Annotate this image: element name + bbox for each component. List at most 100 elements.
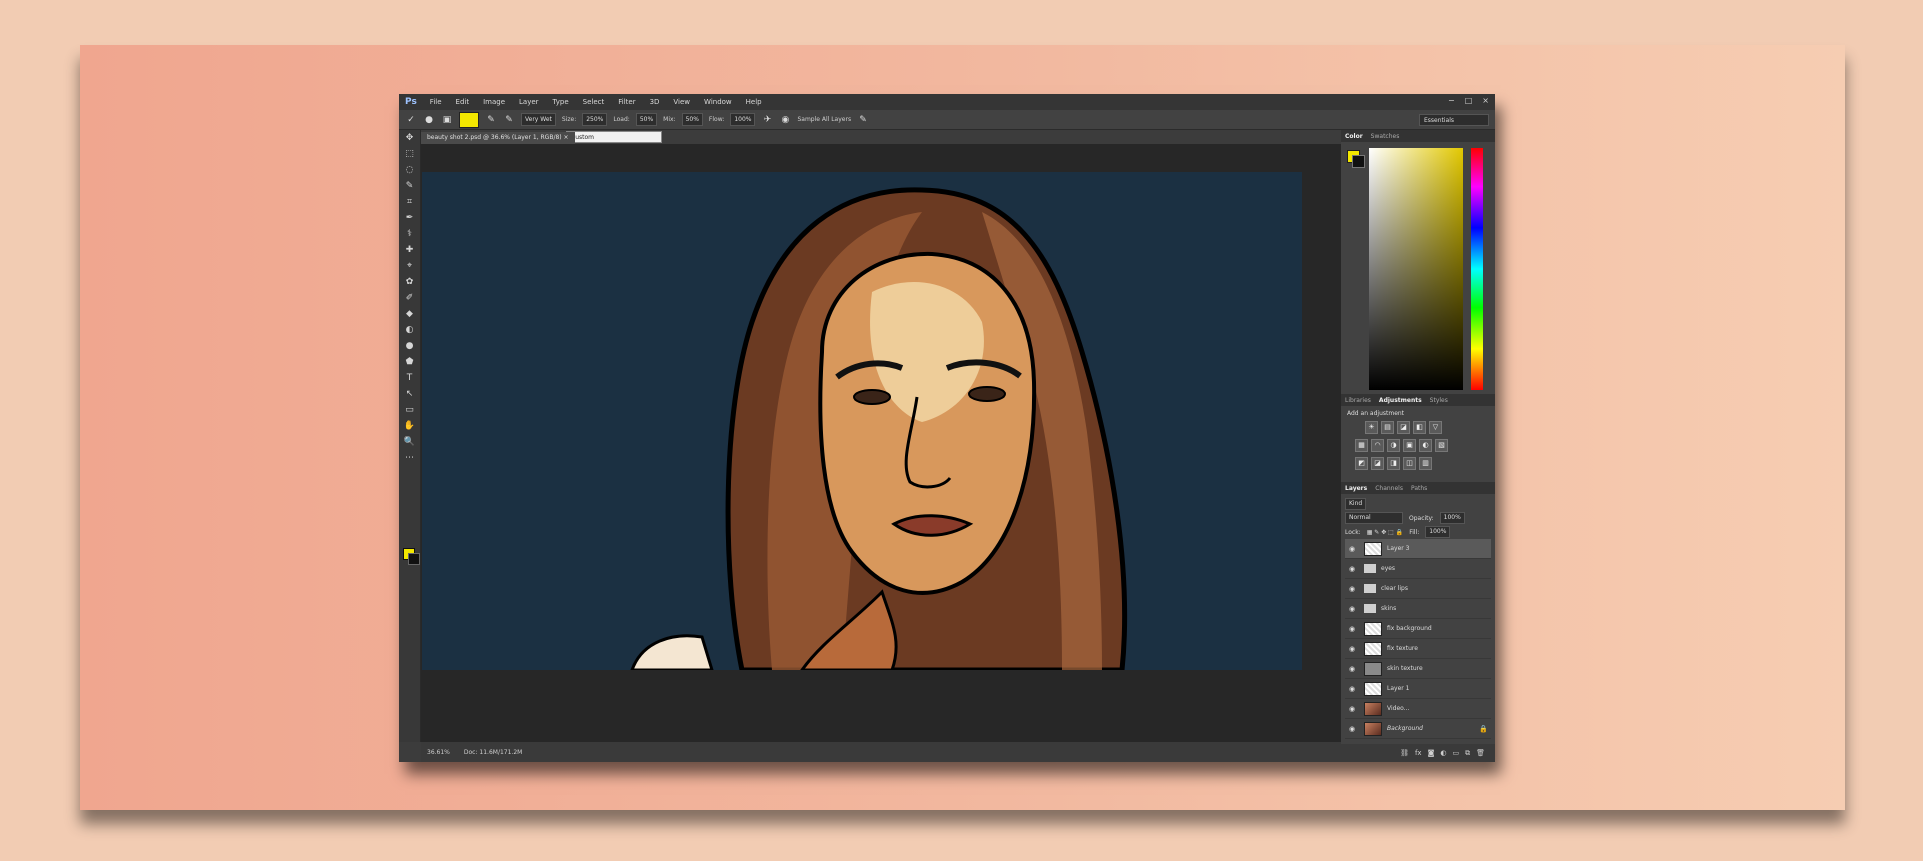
size-field[interactable]: 250% [582,113,608,126]
brush-tool-icon[interactable]: ✚ [399,242,420,258]
mixer-brush-icon[interactable]: ✓ [405,114,417,126]
visibility-eye-icon[interactable]: ◉ [1345,665,1359,673]
clone-stamp-tool-icon[interactable]: ⌖ [399,258,420,274]
visibility-eye-icon[interactable]: ◉ [1345,645,1359,653]
pressure-icon[interactable]: ✎ [857,114,869,126]
zoom-level[interactable]: 36.61% [427,749,450,756]
load-field[interactable]: 50% [635,113,658,126]
menu-window[interactable]: Window [697,98,739,106]
flow-field[interactable]: 100% [730,113,756,126]
menu-filter[interactable]: Filter [611,98,642,106]
more-tools-icon[interactable]: ⋯ [399,450,420,466]
hue-saturation-icon[interactable]: ▦ [1355,439,1368,452]
sample-all-checkbox[interactable]: ◉ [779,114,791,126]
levels-icon[interactable]: ▤ [1381,421,1394,434]
layer-row[interactable]: ◉ Video... [1345,699,1491,719]
visibility-eye-icon[interactable]: ◉ [1345,625,1359,633]
menu-edit[interactable]: Edit [449,98,477,106]
menu-file[interactable]: File [423,98,449,106]
quick-select-tool-icon[interactable]: ✎ [399,178,420,194]
new-group-icon[interactable]: ▭ [1452,749,1459,757]
document-info[interactable]: Doc: 11.6M/171.2M [464,749,522,756]
tab-adjustments[interactable]: Adjustments [1379,397,1422,404]
layer-row[interactable]: ◉ clear lips [1345,579,1491,599]
visibility-eye-icon[interactable]: ◉ [1345,725,1359,733]
menu-select[interactable]: Select [576,98,612,106]
move-tool-icon[interactable]: ✥ [399,130,420,146]
layer-row[interactable]: ◉ skin texture [1345,659,1491,679]
type-tool-icon[interactable]: T [399,370,420,386]
color-balance-icon[interactable]: ◠ [1371,439,1384,452]
layer-style-icon[interactable]: fx [1415,749,1422,757]
current-load-swatch[interactable] [459,111,479,128]
layer-row[interactable]: ◉ eyes [1345,559,1491,579]
color-panel-background-swatch[interactable] [1352,155,1365,168]
vibrance-icon[interactable]: ▽ [1429,421,1442,434]
black-white-icon[interactable]: ◑ [1387,439,1400,452]
gradient-map-icon[interactable]: ◫ [1403,457,1416,470]
blend-mode-select[interactable]: Normal [1345,512,1403,524]
gradient-tool-icon[interactable]: ◆ [399,306,420,322]
layer-row[interactable]: ◉ Layer 3 [1345,539,1491,559]
tab-paths[interactable]: Paths [1411,485,1427,492]
menu-type[interactable]: Type [546,98,576,106]
visibility-eye-icon[interactable]: ◉ [1345,705,1359,713]
marquee-tool-icon[interactable]: ⬚ [399,146,420,162]
workspace-select[interactable]: Essentials [1419,114,1489,126]
close-icon[interactable]: × [1482,96,1489,105]
layer-row[interactable]: ◉ skins [1345,599,1491,619]
menu-help[interactable]: Help [739,98,769,106]
dodge-tool-icon[interactable]: ● [399,338,420,354]
add-mask-icon[interactable]: ◙ [1428,749,1435,757]
history-brush-tool-icon[interactable]: ✿ [399,274,420,290]
clean-brush-icon[interactable]: ✎ [503,114,515,126]
tab-swatches[interactable]: Swatches [1371,133,1400,140]
layer-row[interactable]: ◉ Layer 1 [1345,679,1491,699]
threshold-icon[interactable]: ◨ [1387,457,1400,470]
tab-channels[interactable]: Channels [1375,485,1403,492]
color-picker-field[interactable] [1369,148,1463,390]
hue-slider[interactable] [1471,148,1483,390]
tab-layers[interactable]: Layers [1345,485,1367,492]
visibility-eye-icon[interactable]: ◉ [1345,585,1359,593]
visibility-eye-icon[interactable]: ◉ [1345,545,1359,553]
lock-pixels-icon[interactable]: ▦ ✎ ✥ ⬚ 🔒 [1367,529,1404,536]
zoom-tool-icon[interactable]: 🔍 [399,434,420,450]
background-color-swatch[interactable] [408,553,420,565]
tab-color[interactable]: Color [1345,133,1363,140]
painting-canvas[interactable] [422,172,1302,670]
load-brush-icon[interactable]: ✎ [485,114,497,126]
curves-icon[interactable]: ◪ [1397,421,1410,434]
visibility-eye-icon[interactable]: ◉ [1345,685,1359,693]
hand-tool-icon[interactable]: ✋ [399,418,420,434]
layer-row[interactable]: ◉ Background 🔒 [1345,719,1491,739]
new-layer-icon[interactable]: ⧉ [1465,749,1470,758]
photo-filter-icon[interactable]: ▣ [1403,439,1416,452]
menu-3d[interactable]: 3D [643,98,667,106]
crop-tool-icon[interactable]: ⌗ [399,194,420,210]
exposure-icon[interactable]: ◧ [1413,421,1426,434]
minimize-icon[interactable]: − [1448,96,1455,105]
visibility-eye-icon[interactable]: ◉ [1345,565,1359,573]
tab-styles[interactable]: Styles [1430,397,1448,404]
mix-field[interactable]: 50% [681,113,703,126]
layer-row[interactable]: ◉ fix texture [1345,639,1491,659]
layer-row[interactable]: ◉ fix background [1345,619,1491,639]
path-select-tool-icon[interactable]: ↖ [399,386,420,402]
link-layers-icon[interactable]: ⛓ [1400,749,1409,757]
channel-mixer-icon[interactable]: ◐ [1419,439,1432,452]
brush-preset-picker-icon[interactable]: ● [423,114,435,126]
selective-color-icon[interactable]: ▥ [1419,457,1432,470]
layer-kind-filter[interactable]: Kind [1345,498,1367,510]
posterize-icon[interactable]: ◪ [1371,457,1384,470]
menu-image[interactable]: Image [476,98,512,106]
brush-panel-icon[interactable]: ▣ [441,114,453,126]
brush-preset-dropdown[interactable]: Custom [566,131,662,143]
maximize-icon[interactable]: □ [1465,96,1473,105]
trash-icon[interactable]: 🗑 [1476,749,1485,757]
fill-field[interactable]: 100% [1425,526,1451,538]
eraser-tool-icon[interactable]: ✐ [399,290,420,306]
healing-tool-icon[interactable]: ⚕ [399,226,420,242]
blur-tool-icon[interactable]: ◐ [399,322,420,338]
brightness-contrast-icon[interactable]: ☀ [1365,421,1378,434]
